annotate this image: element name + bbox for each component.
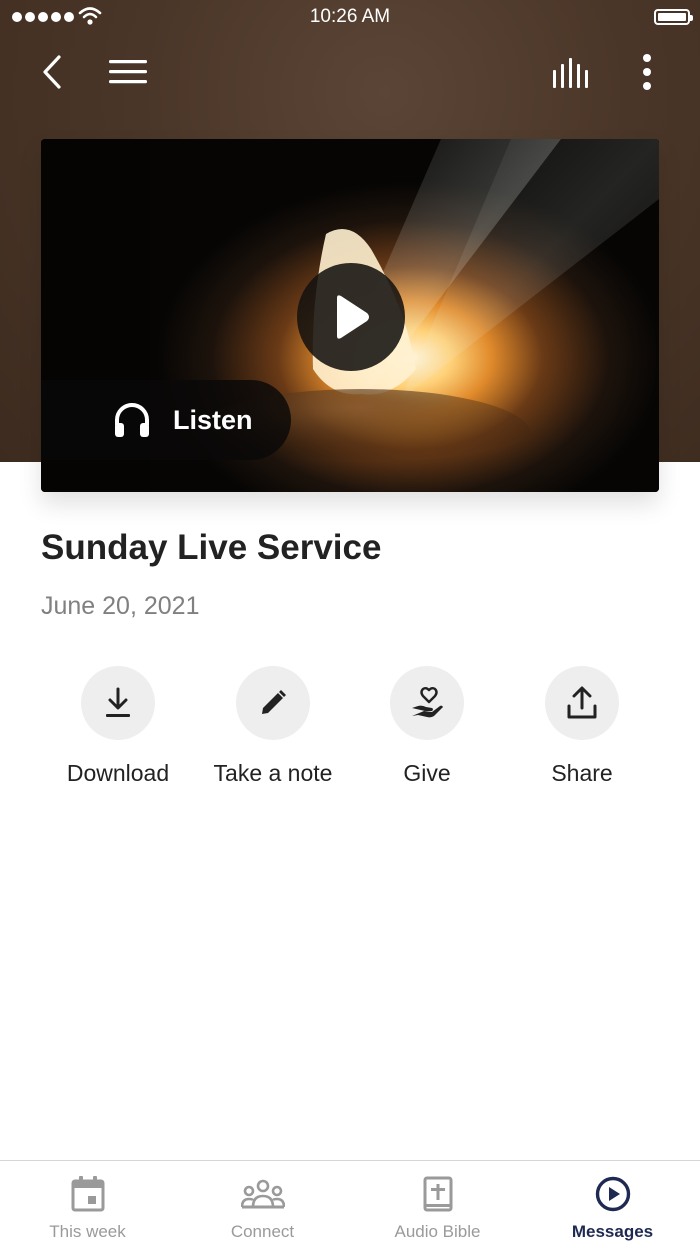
media-thumbnail[interactable]: Listen (41, 139, 659, 492)
audio-bars-icon (553, 58, 588, 88)
service-date: June 20, 2021 (41, 592, 200, 620)
headphones-icon (115, 403, 149, 437)
download-circle (81, 666, 155, 740)
share-button[interactable]: Share (502, 666, 662, 787)
play-circle-icon (595, 1176, 630, 1212)
give-circle (390, 666, 464, 740)
play-button[interactable] (297, 263, 405, 371)
pencil-icon (262, 690, 286, 714)
tab-messages[interactable]: Messages (525, 1161, 700, 1245)
tab-audio-bible-label: Audio Bible (394, 1222, 481, 1241)
tab-this-week-label: This week (49, 1222, 126, 1241)
more-options-button[interactable] (626, 50, 668, 94)
listen-label: Listen (173, 405, 253, 435)
take-note-button[interactable]: Take a note (193, 666, 353, 787)
heart-hand-icon (412, 687, 443, 718)
share-label: Share (551, 760, 613, 786)
menu-button[interactable] (104, 50, 152, 94)
bible-icon (423, 1176, 452, 1212)
give-button[interactable]: Give (347, 666, 507, 787)
back-button[interactable] (30, 50, 74, 94)
page-title: Sunday Live Service (41, 528, 382, 567)
tab-connect-label: Connect (230, 1222, 295, 1241)
share-circle (545, 666, 619, 740)
chevron-left-icon (43, 55, 61, 89)
give-label: Give (403, 760, 451, 786)
tab-messages-label: Messages (571, 1222, 654, 1241)
status-time: 10:26 AM (309, 6, 391, 27)
status-bar: 10:26 AM (0, 0, 700, 36)
hamburger-menu-icon (109, 60, 147, 84)
battery-icon (654, 9, 693, 25)
audio-button[interactable] (548, 52, 596, 94)
tab-audio-bible[interactable]: Audio Bible (350, 1161, 525, 1245)
play-icon (337, 295, 369, 339)
bottom-tab-bar: This week Connect Audio Bible Messages (0, 1160, 700, 1245)
download-label: Download (66, 760, 170, 786)
download-icon (106, 687, 130, 717)
group-icon (240, 1179, 285, 1209)
tab-this-week[interactable]: This week (0, 1161, 175, 1245)
take-note-circle (236, 666, 310, 740)
share-icon (567, 686, 597, 719)
calendar-icon (71, 1176, 104, 1212)
take-note-label: Take a note (213, 760, 333, 786)
download-button[interactable]: Download (38, 666, 198, 787)
more-vertical-icon (643, 54, 651, 90)
tab-connect[interactable]: Connect (175, 1161, 350, 1245)
listen-button[interactable]: Listen (41, 380, 291, 460)
